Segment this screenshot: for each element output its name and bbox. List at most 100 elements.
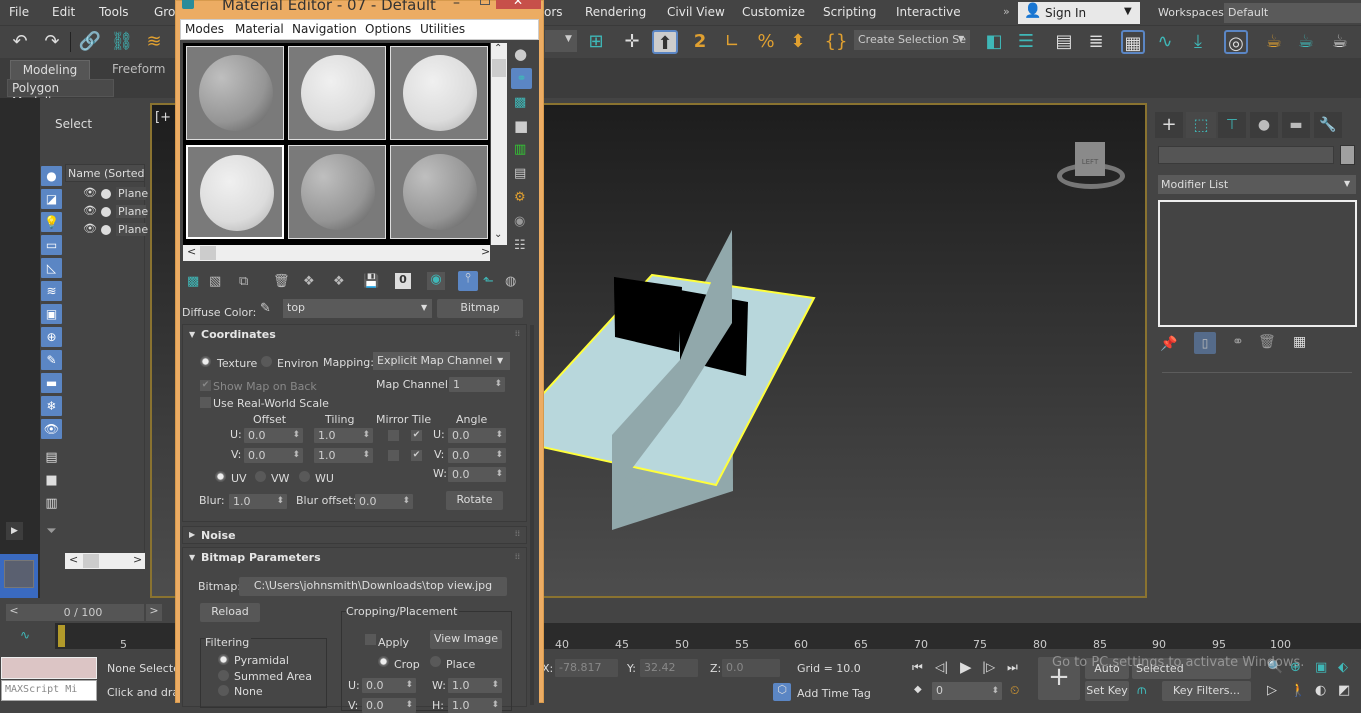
put-to-scene-icon[interactable]: ▧ (209, 274, 221, 289)
prev-frame-button[interactable]: < (6, 604, 22, 621)
display-none-icon[interactable]: ■ (41, 471, 62, 491)
map-channel-spinner[interactable]: 1 (449, 377, 505, 392)
sample-uv-tiling-icon[interactable]: ■ (514, 117, 528, 135)
modifier-list-dropdown[interactable]: Modifier List ▼ (1158, 175, 1356, 194)
menu-customize[interactable]: Customize (742, 5, 805, 19)
rendered-frame-window-icon[interactable]: ☕ (1294, 30, 1318, 54)
tab-modeling[interactable]: Modeling (10, 60, 90, 80)
display-tab-icon[interactable]: ▬ (1282, 112, 1310, 138)
offset-v-spinner[interactable]: 0.0 (244, 448, 303, 463)
viewcube-face[interactable]: LEFT (1075, 142, 1105, 176)
crop-w-spinner[interactable]: 1.0 (448, 678, 502, 693)
sample-slot[interactable] (390, 46, 488, 140)
visibility-eye-icon[interactable]: 👁 (83, 222, 97, 235)
hierarchy-tab-icon[interactable]: ⊤ (1218, 112, 1246, 138)
mirror-v-checkbox[interactable] (388, 450, 399, 461)
material-id-channel-icon[interactable]: 0 (395, 273, 411, 289)
list-item[interactable]: 👁 Plane (83, 186, 148, 202)
collapse-icon[interactable]: ▼ (189, 330, 195, 339)
pyramidal-radio[interactable] (218, 654, 229, 665)
menu-options[interactable]: Options (365, 22, 411, 36)
view-image-button[interactable]: View Image (430, 630, 502, 649)
remove-modifier-icon[interactable]: 🗑 (1258, 334, 1276, 350)
map-type-button[interactable]: Bitmap (437, 299, 523, 318)
display-bones-icon[interactable]: ✎ (41, 350, 62, 370)
go-to-end-icon[interactable]: ⏭ (1007, 660, 1018, 675)
apply-checkbox[interactable] (365, 634, 376, 645)
make-material-copy-icon[interactable]: ❖ (303, 274, 315, 289)
rotate-button[interactable]: Rotate (446, 491, 503, 510)
tiling-v-spinner[interactable]: 1.0 (314, 448, 373, 463)
scroll-left-icon[interactable]: < (187, 245, 196, 258)
spinner-snap-icon[interactable]: ⬍ (786, 30, 810, 54)
crop-radio[interactable] (378, 656, 389, 667)
link-icon[interactable]: 🔗 (78, 30, 102, 54)
render-setup-icon[interactable]: ☕ (1262, 30, 1286, 54)
curve-editor-icon[interactable]: ∿ (1153, 30, 1177, 54)
modifier-stack[interactable] (1158, 200, 1357, 327)
none-filter-radio[interactable] (218, 685, 229, 696)
environ-radio[interactable] (261, 356, 272, 367)
tab-freeform[interactable]: Freeform (102, 60, 175, 80)
layer-explorer-icon[interactable]: ▤ (1052, 30, 1076, 54)
walk-through-icon[interactable]: 🚶 (1290, 683, 1306, 698)
selection-filter-dropdown[interactable]: ▼ (545, 30, 577, 52)
previous-frame-icon[interactable]: ◁| (935, 660, 948, 674)
menu-navigation[interactable]: Navigation (292, 22, 357, 36)
show-map-on-back-checkbox[interactable]: ✔ (200, 380, 211, 391)
scroll-up-icon[interactable]: ⌃ (494, 43, 502, 54)
menu-modes[interactable]: Modes (185, 22, 224, 36)
object-name-field[interactable] (1158, 146, 1334, 164)
display-lights-icon[interactable]: 💡 (41, 212, 62, 232)
modify-tab-icon[interactable]: ⬚ (1186, 112, 1216, 138)
create-tab-icon[interactable]: + (1155, 112, 1183, 138)
display-invert-icon[interactable]: ▥ (41, 494, 62, 514)
object-color-swatch[interactable] (1340, 145, 1355, 165)
material-editor-icon[interactable]: ◎ (1224, 30, 1248, 54)
configure-modifier-sets-icon[interactable]: ▦ (1293, 334, 1306, 350)
display-frozen-icon[interactable]: ❄ (41, 396, 62, 416)
freeze-dot-icon[interactable] (101, 189, 111, 199)
close-button[interactable]: ✕ (496, 0, 541, 9)
sample-slot[interactable] (186, 46, 284, 140)
backlight-icon[interactable]: ⚭ (511, 68, 532, 89)
eyedropper-icon[interactable]: ✎ (260, 301, 271, 316)
bitmap-path-button[interactable]: C:\Users\johnsmith\Downloads\top view.jp… (239, 577, 507, 596)
offset-u-spinner[interactable]: 0.0 (244, 428, 303, 443)
rollout-grip-icon[interactable]: ⁞⁞ (515, 329, 520, 338)
percent-snap-icon[interactable]: % (754, 30, 778, 54)
sample-slot[interactable] (288, 145, 386, 239)
display-shapes-icon[interactable]: ◪ (41, 189, 62, 209)
scroll-right-icon[interactable]: > (133, 553, 142, 566)
mirror-icon[interactable]: ◧ (982, 30, 1006, 54)
angle-v-spinner[interactable]: 0.0 (448, 448, 506, 463)
motion-tab-icon[interactable]: ● (1250, 112, 1278, 138)
scroll-down-icon[interactable]: ⌄ (494, 229, 502, 240)
menu-interactive[interactable]: Interactive (896, 5, 961, 19)
key-filters-button[interactable]: Key Filters... (1162, 681, 1251, 701)
display-containers-icon[interactable]: ▬ (41, 373, 62, 393)
angle-u-spinner[interactable]: 0.0 (448, 428, 506, 443)
display-space-warps-icon[interactable]: ≋ (41, 281, 62, 301)
undo-icon[interactable]: ↶ (8, 30, 32, 54)
vw-radio[interactable] (255, 471, 266, 482)
viewcube[interactable]: LEFT (1055, 135, 1130, 199)
named-selection-set-dropdown[interactable]: Create Selection Se ▼ (854, 30, 970, 50)
set-key-button[interactable]: Set Key (1085, 681, 1129, 701)
assign-to-selection-icon[interactable]: ⧉ (239, 274, 248, 289)
visibility-eye-icon[interactable]: 👁 (83, 186, 97, 199)
menu-rendering[interactable]: Rendering (585, 5, 646, 19)
time-tag-icon[interactable]: ⬡ (773, 683, 791, 701)
blur-spinner[interactable]: 1.0 (229, 494, 287, 509)
make-unique-icon[interactable]: ⚭ (1232, 334, 1244, 350)
move-icon[interactable]: ✛ (620, 30, 644, 54)
make-preview-icon[interactable]: ▤ (514, 166, 526, 181)
scroll-thumb[interactable] (200, 246, 216, 260)
tile-v-checkbox[interactable]: ✔ (411, 450, 422, 461)
zoom-extents-all-icon[interactable]: ⬖ (1338, 660, 1348, 675)
background-icon[interactable]: ▩ (514, 95, 526, 110)
key-mode-icon[interactable]: ⫙ (1137, 682, 1147, 698)
go-to-parent-icon[interactable]: ⬑ (483, 274, 494, 289)
time-slider-marker[interactable] (58, 625, 65, 647)
rollout-title[interactable]: Coordinates (201, 328, 276, 341)
